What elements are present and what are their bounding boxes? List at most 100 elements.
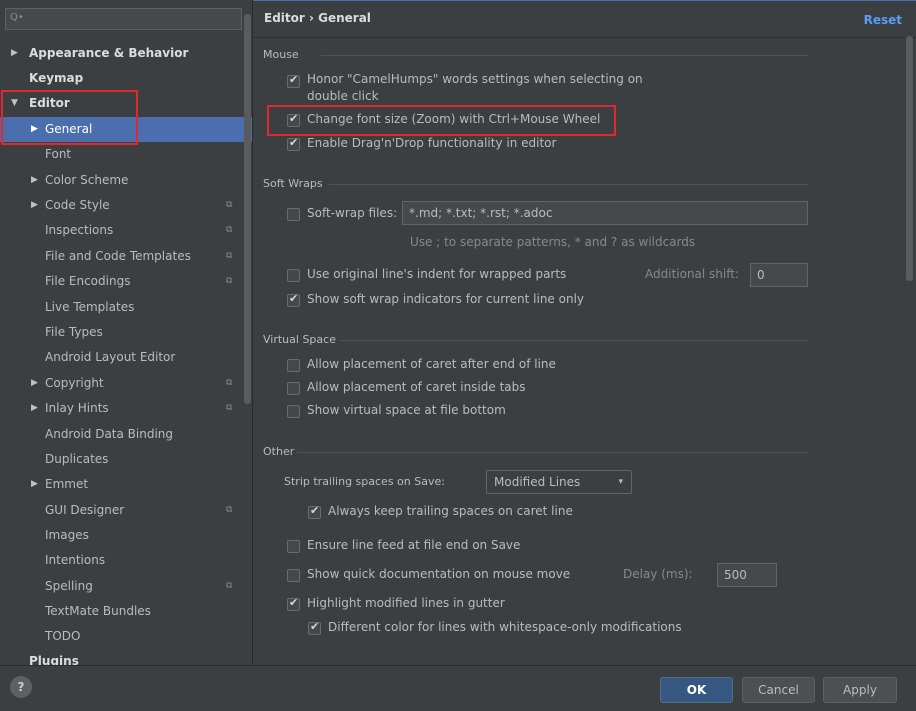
caret-after-end-checkbox[interactable] xyxy=(287,359,300,372)
sidebar-item-font[interactable]: Font xyxy=(0,142,252,167)
highlight-box-editor-general xyxy=(1,90,138,145)
chevron-right-icon: ▶ xyxy=(31,175,38,185)
content-scrollbar[interactable] xyxy=(906,36,913,281)
sidebar-item-label: Emmet xyxy=(45,477,89,491)
sidebar-item-live-templates[interactable]: Live Templates xyxy=(0,295,252,320)
settings-sidebar: Q• ▶ Appearance & Behavior Keymap ▼ Edit… xyxy=(0,0,253,665)
sidebar-item-copyright[interactable]: ▶ Copyright ⧉ xyxy=(0,371,252,396)
project-settings-icon: ⧉ xyxy=(226,378,233,388)
project-settings-icon: ⧉ xyxy=(226,581,233,591)
sidebar-item-label: Code Style xyxy=(45,198,110,212)
section-divider xyxy=(321,55,808,56)
sidebar-item-label: TODO xyxy=(45,629,81,643)
sidebar-item-plugins[interactable]: Plugins xyxy=(0,649,252,665)
section-title-other: Other xyxy=(263,445,295,458)
sidebar-item-label: Inlay Hints xyxy=(45,401,109,415)
help-icon[interactable]: ? xyxy=(10,676,32,698)
sidebar-item-inspections[interactable]: Inspections ⧉ xyxy=(0,218,252,243)
section-title-mouse: Mouse xyxy=(263,48,299,61)
apply-button[interactable]: Apply xyxy=(823,677,897,703)
sidebar-item-label: Appearance & Behavior xyxy=(29,46,189,60)
dragdrop-checkbox[interactable] xyxy=(287,136,300,151)
sidebar-item-label: Keymap xyxy=(29,71,84,85)
soft-wrap-files-checkbox[interactable] xyxy=(287,208,300,221)
camelhumps-label-line2: double click xyxy=(307,89,379,103)
chevron-right-icon: ▶ xyxy=(11,48,18,58)
soft-wrap-indicators-checkbox[interactable] xyxy=(287,292,300,307)
dragdrop-label: Enable Drag'n'Drop functionality in edit… xyxy=(307,136,557,150)
reset-link[interactable]: Reset xyxy=(864,13,902,27)
dialog-footer: ? OK Cancel Apply xyxy=(0,665,916,711)
quick-doc-label: Show quick documentation on mouse move xyxy=(307,567,571,581)
chevron-right-icon: ▶ xyxy=(31,479,38,489)
sidebar-item-file-code-templates[interactable]: File and Code Templates ⧉ xyxy=(0,244,252,269)
sidebar-item-file-encodings[interactable]: File Encodings ⧉ xyxy=(0,269,252,294)
sidebar-item-label: Android Data Binding xyxy=(45,427,174,441)
additional-shift-field[interactable]: 0 xyxy=(750,263,808,287)
soft-wrap-hint: Use ; to separate patterns, * and ? as w… xyxy=(410,235,696,249)
virtual-space-bottom-label: Show virtual space at file bottom xyxy=(307,403,506,417)
sidebar-item-textmate-bundles[interactable]: TextMate Bundles xyxy=(0,599,252,624)
sidebar-item-label: Spelling xyxy=(45,579,93,593)
settings-content: Editor › General Reset Mouse Honor "Came… xyxy=(253,0,916,665)
chevron-right-icon: ▶ xyxy=(31,378,38,388)
sidebar-item-android-layout-editor[interactable]: Android Layout Editor xyxy=(0,345,252,370)
header-divider xyxy=(253,37,916,38)
sidebar-item-file-types[interactable]: File Types xyxy=(0,320,252,345)
sidebar-item-todo[interactable]: TODO xyxy=(0,624,252,649)
keep-trailing-checkbox[interactable] xyxy=(308,504,321,519)
section-title-soft-wraps: Soft Wraps xyxy=(263,177,323,190)
sidebar-item-label: Duplicates xyxy=(45,452,109,466)
caret-after-end-label: Allow placement of caret after end of li… xyxy=(307,357,556,371)
project-settings-icon: ⧉ xyxy=(226,403,233,413)
highlight-modified-checkbox[interactable] xyxy=(287,596,300,611)
sidebar-item-label: File Types xyxy=(45,325,103,339)
sidebar-item-intentions[interactable]: Intentions xyxy=(0,548,252,573)
strip-trailing-dropdown[interactable]: Modified Lines ▾ xyxy=(486,470,632,494)
section-divider xyxy=(297,452,808,453)
sidebar-item-appearance[interactable]: ▶ Appearance & Behavior xyxy=(0,41,252,66)
sidebar-item-emmet[interactable]: ▶ Emmet xyxy=(0,472,252,497)
line-feed-checkbox[interactable] xyxy=(287,540,300,553)
highlight-modified-label: Highlight modified lines in gutter xyxy=(307,596,505,610)
sidebar-item-label: Inspections xyxy=(45,223,114,237)
additional-shift-label: Additional shift: xyxy=(645,267,740,281)
sidebar-item-code-style[interactable]: ▶ Code Style ⧉ xyxy=(0,193,252,218)
delay-field[interactable]: 500 xyxy=(717,563,777,587)
virtual-space-bottom-checkbox[interactable] xyxy=(287,405,300,418)
project-settings-icon: ⧉ xyxy=(226,251,233,261)
caret-inside-tabs-checkbox[interactable] xyxy=(287,382,300,395)
project-settings-icon: ⧉ xyxy=(226,225,233,235)
search-icon: Q• xyxy=(10,12,24,23)
original-indent-checkbox[interactable] xyxy=(287,269,300,282)
sidebar-item-label: File Encodings xyxy=(45,274,131,288)
project-settings-icon: ⧉ xyxy=(226,276,233,286)
project-settings-icon: ⧉ xyxy=(226,505,233,515)
cancel-button[interactable]: Cancel xyxy=(742,677,815,703)
line-feed-label: Ensure line feed at file end on Save xyxy=(307,538,521,552)
sidebar-scrollbar[interactable] xyxy=(244,14,251,404)
camelhumps-checkbox[interactable] xyxy=(287,73,300,88)
chevron-right-icon: ▶ xyxy=(31,403,38,413)
soft-wrap-files-label: Soft-wrap files: xyxy=(307,206,398,220)
sidebar-item-spelling[interactable]: Spelling ⧉ xyxy=(0,574,252,599)
strip-trailing-value: Modified Lines xyxy=(494,475,581,489)
different-color-label: Different color for lines with whitespac… xyxy=(328,620,682,634)
soft-wrap-files-field[interactable]: *.md; *.txt; *.rst; *.adoc xyxy=(402,201,808,225)
sidebar-item-color-scheme[interactable]: ▶ Color Scheme xyxy=(0,168,252,193)
sidebar-item-android-data-binding[interactable]: Android Data Binding xyxy=(0,422,252,447)
chevron-right-icon: ▶ xyxy=(31,200,38,210)
quick-doc-checkbox[interactable] xyxy=(287,569,300,582)
search-input[interactable]: Q• xyxy=(5,8,242,30)
caret-inside-tabs-label: Allow placement of caret inside tabs xyxy=(307,380,526,394)
sidebar-item-gui-designer[interactable]: GUI Designer ⧉ xyxy=(0,498,252,523)
section-title-virtual-space: Virtual Space xyxy=(263,333,336,346)
sidebar-item-duplicates[interactable]: Duplicates xyxy=(0,447,252,472)
sidebar-item-label: Color Scheme xyxy=(45,173,129,187)
sidebar-item-images[interactable]: Images xyxy=(0,523,252,548)
sidebar-item-inlay-hints[interactable]: ▶ Inlay Hints ⧉ xyxy=(0,396,252,421)
different-color-checkbox[interactable] xyxy=(308,620,321,635)
ok-button[interactable]: OK xyxy=(660,677,733,703)
sidebar-item-keymap[interactable]: Keymap xyxy=(0,66,252,91)
sidebar-item-label: Live Templates xyxy=(45,300,135,314)
